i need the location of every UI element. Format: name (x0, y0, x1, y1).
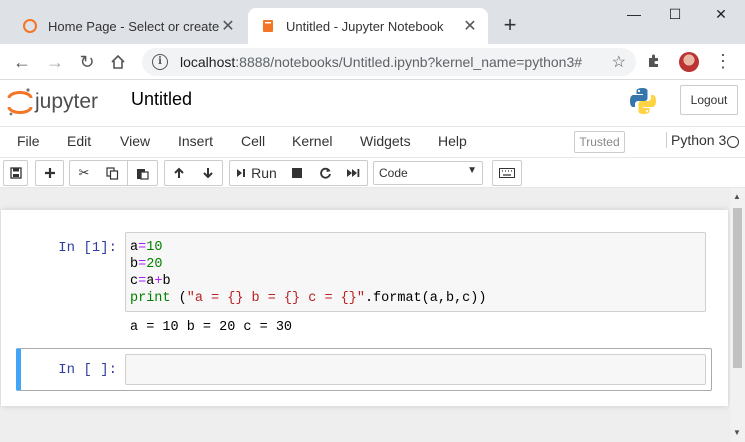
scrollbar-thumb[interactable] (733, 208, 742, 368)
input-prompt: In [1]: (58, 240, 117, 256)
kernel-idle-icon (727, 136, 739, 148)
kernel-name: Python 3 (666, 132, 726, 148)
chevron-down-icon: ▼ (467, 165, 477, 176)
move-down-arrow-icon[interactable] (193, 160, 223, 186)
forward-arrow-icon[interactable]: → (43, 50, 67, 74)
close-window-button[interactable]: ✕ (706, 6, 736, 23)
reload-icon[interactable]: ↻ (75, 50, 99, 74)
python-logo (630, 88, 656, 114)
home-icon[interactable] (106, 50, 130, 74)
tab-title: Home Page - Select or create a notebook (48, 18, 220, 34)
copy-icon[interactable] (98, 160, 128, 186)
restart-run-all-fast-forward-icon[interactable] (339, 160, 368, 186)
command-palette-keyboard-icon[interactable] (492, 160, 522, 186)
code-token: b (130, 257, 139, 272)
page-scrollbar[interactable]: ▲ ▼ (730, 188, 745, 442)
menu-view[interactable]: View (120, 133, 150, 149)
restart-kernel-icon[interactable] (311, 160, 340, 186)
code-cell-input[interactable]: a=10 b=20 c=a+b print ("a = {} b = {} c … (125, 232, 706, 312)
tab-title: Untitled - Jupyter Notebook (286, 18, 444, 34)
browser-menu-icon[interactable]: ⋮ (714, 51, 732, 71)
code-token: .format(a,b,c)) (364, 291, 487, 306)
browser-tab-bar: Home Page - Select or create a notebook … (0, 0, 745, 44)
cut-scissors-icon[interactable]: ✂ (69, 160, 99, 186)
code-token: ( (170, 291, 187, 306)
save-icon[interactable] (3, 160, 28, 186)
menu-insert[interactable]: Insert (178, 133, 213, 149)
interrupt-stop-icon[interactable] (283, 160, 312, 186)
maximize-button[interactable]: ☐ (660, 6, 690, 23)
url-path: :8888/notebooks/Untitled.ipynb?kernel_na… (235, 54, 583, 70)
cell-type-value: Code (379, 166, 408, 180)
step-forward-icon (237, 169, 246, 177)
bookmark-star-icon[interactable]: ☆ (612, 52, 626, 72)
trusted-indicator[interactable]: Trusted (574, 131, 625, 153)
close-icon[interactable]: ✕ (220, 16, 236, 36)
menu-file[interactable]: File (17, 133, 40, 149)
profile-avatar[interactable] (679, 52, 699, 72)
code-token: = (138, 257, 147, 272)
code-token: "a = {} b = {} c = {}" (186, 291, 365, 306)
code-cell-input[interactable] (125, 354, 706, 385)
jupyter-header: jupyter Untitled Logout (0, 80, 745, 126)
jupyter-favicon (23, 19, 37, 33)
run-label: Run (251, 165, 277, 181)
code-token: 20 (146, 257, 163, 272)
notebook-favicon (263, 20, 273, 32)
tab-home-page[interactable]: Home Page - Select or create a notebook … (10, 8, 246, 44)
logout-button[interactable]: Logout (680, 85, 738, 115)
run-button[interactable]: Run (229, 160, 284, 186)
address-bar: ← → ↻ i localhost:8888/notebooks/Untitle… (0, 44, 745, 80)
code-token: = (138, 240, 147, 255)
url-field[interactable]: i localhost:8888/notebooks/Untitled.ipyn… (142, 48, 636, 76)
jupyter-logo-text: jupyter (34, 90, 98, 113)
close-icon[interactable]: ✕ (462, 16, 478, 36)
menu-help[interactable]: Help (438, 133, 467, 149)
menu-cell[interactable]: Cell (241, 133, 265, 149)
info-icon[interactable]: i (152, 54, 168, 70)
notebook-title[interactable]: Untitled (131, 89, 192, 110)
menu-edit[interactable]: Edit (67, 133, 91, 149)
extensions-puzzle-icon[interactable] (646, 53, 662, 74)
notebook-menubar: File Edit View Insert Cell Kernel Widget… (0, 126, 745, 158)
cell-output: a = 10 b = 20 c = 30 (130, 320, 293, 335)
insert-cell-plus-icon[interactable] (35, 160, 64, 186)
minimize-button[interactable]: — (619, 6, 649, 22)
jupyter-logo[interactable]: jupyter (6, 86, 116, 118)
cell-type-select[interactable]: Code ▼ (373, 161, 483, 185)
code-token: 10 (146, 240, 163, 255)
code-token: b (162, 274, 171, 289)
scroll-up-arrow-icon[interactable]: ▲ (733, 192, 741, 201)
paste-clipboard-icon[interactable] (128, 160, 158, 186)
input-prompt: In [ ]: (58, 362, 117, 378)
notebook-toolbar: ✂ Run Code ▼ (0, 158, 745, 188)
notebook-area (0, 188, 730, 442)
tab-untitled-notebook[interactable]: Untitled - Jupyter Notebook ✕ (248, 8, 488, 44)
url-host: localhost (180, 54, 236, 70)
new-tab-button[interactable]: + (498, 14, 522, 36)
code-token: a (130, 240, 139, 255)
scroll-down-arrow-icon[interactable]: ▼ (733, 428, 741, 437)
url-text: localhost:8888/notebooks/Untitled.ipynb?… (180, 54, 612, 70)
back-arrow-icon[interactable]: ← (10, 50, 34, 74)
menu-widgets[interactable]: Widgets (360, 133, 411, 149)
code-token: print (130, 291, 171, 306)
move-up-arrow-icon[interactable] (164, 160, 194, 186)
menu-kernel[interactable]: Kernel (292, 133, 332, 149)
code-token: c (130, 274, 139, 289)
code-token: = (138, 274, 147, 289)
